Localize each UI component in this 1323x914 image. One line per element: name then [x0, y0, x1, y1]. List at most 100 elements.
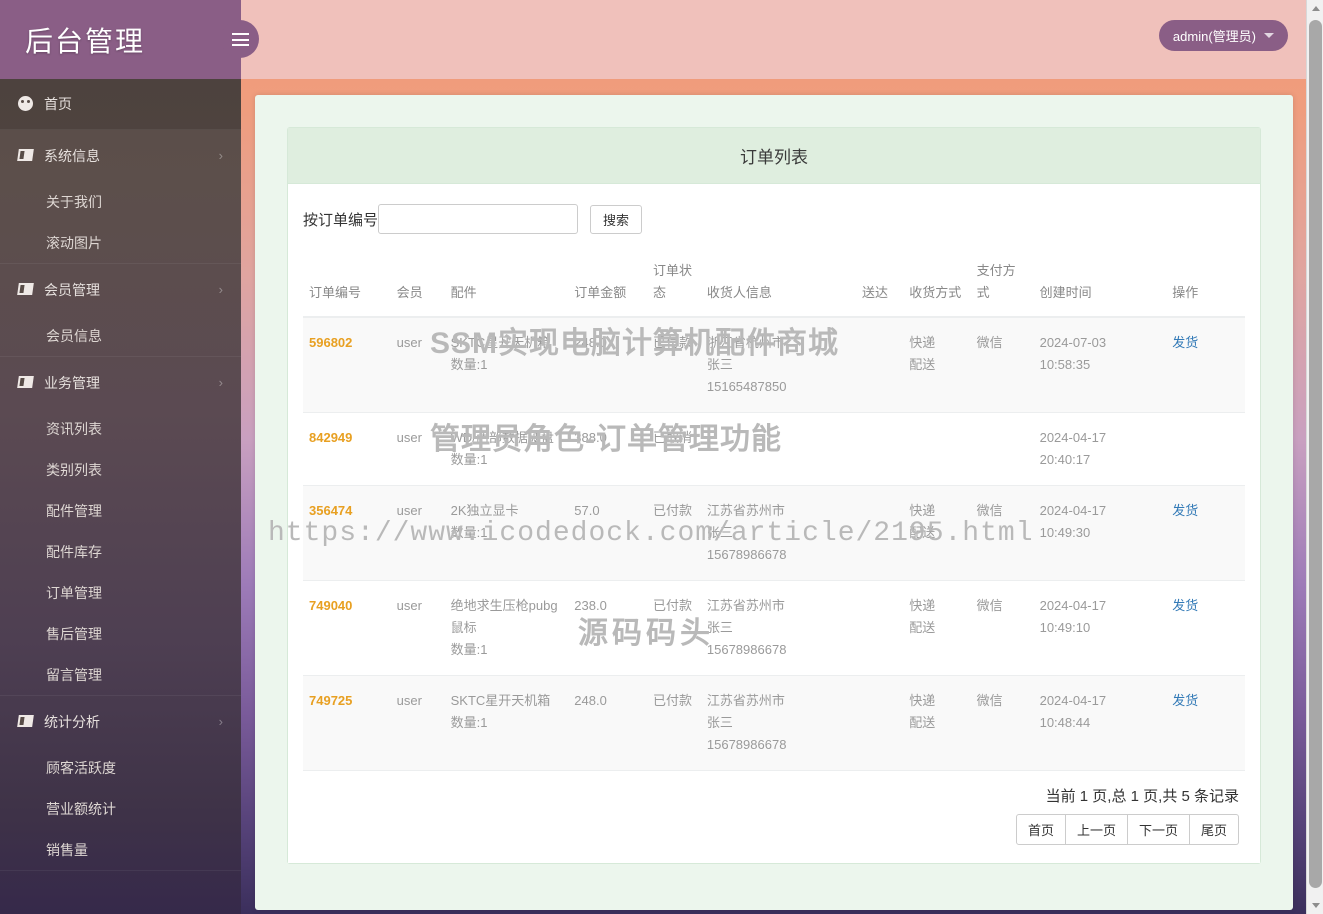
table-row: 842949 user WD/西部数据硬盘 数量:1 388.0 已取消 2024-04-1… [303, 412, 1245, 486]
order-no-link[interactable]: 356474 [309, 503, 352, 518]
table-row: 596802 user SKTC星开天机箱 数量:1 248.0 已付款 浙江省杭州市 张三 1… [303, 316, 1245, 413]
cell-receiver: 江苏省苏州市 张三 15678986678 [700, 675, 857, 770]
scrollbar-down-arrow-icon[interactable] [1307, 897, 1323, 914]
cell-pay-method [970, 412, 1034, 486]
cell-arrive [856, 580, 904, 676]
cell-amount: 388.0 [568, 412, 647, 486]
search-label: 按订单编号 [303, 211, 379, 229]
sidebar-item-message-manage[interactable]: 留言管理 [0, 654, 241, 695]
cell-status: 已付款 [646, 485, 701, 581]
cell-created-time: 2024-04-17 10:49:30 [1033, 485, 1167, 581]
sidebar-group-label-system: 系统信息 [44, 147, 100, 164]
cell-part: SKTC星开天机箱 数量:1 [444, 675, 569, 770]
sidebar-group-business[interactable]: 业务管理 › [0, 357, 241, 408]
scrollbar-thumb[interactable] [1309, 20, 1322, 888]
sidebar-item-parts-manage[interactable]: 配件管理 [0, 490, 241, 531]
th-part: 配件 [444, 252, 569, 318]
sidebar-submenu-members: 会员信息 [0, 315, 241, 356]
sidebar-group-label-members: 会员管理 [44, 281, 100, 298]
cell-ship-method: 快递 配送 [903, 675, 971, 770]
user-menu-button[interactable]: admin(管理员) [1158, 20, 1288, 51]
cell-member: user [390, 675, 445, 770]
sidebar-group-statistics[interactable]: 统计分析 › [0, 696, 241, 747]
ship-action-link[interactable]: 发货 [1172, 598, 1198, 613]
sidebar-menu: 首页 系统信息 › 关于我们 滚动图片 会员管理 › 会员信息 业务管理 › 资… [0, 79, 241, 871]
orders-table-head: 订单编号 会员 配件 订单金额 订单状态 收货人信息 送达 收货方式 支付方式 … [303, 252, 1245, 318]
order-no-link[interactable]: 842949 [309, 430, 352, 445]
cell-ship-method [903, 412, 971, 486]
th-ship-method: 收货方式 [903, 252, 971, 318]
ship-action-link[interactable]: 发货 [1172, 335, 1198, 350]
cell-order-no: 596802 [303, 316, 391, 413]
book-icon [17, 282, 44, 297]
sidebar-item-parts-stock[interactable]: 配件库存 [0, 531, 241, 572]
sidebar-item-aftersales-manage[interactable]: 售后管理 [0, 613, 241, 654]
pager-last-button[interactable]: 尾页 [1189, 814, 1239, 845]
pager-next-button[interactable]: 下一页 [1127, 814, 1190, 845]
cell-created-time: 2024-07-03 10:58:35 [1033, 316, 1167, 413]
sidebar-item-member-info[interactable]: 会员信息 [0, 315, 241, 356]
cell-created-time: 2024-04-17 20:40:17 [1033, 412, 1167, 486]
th-status: 订单状态 [646, 252, 701, 318]
pager: 当前 1 页,总 1 页,共 5 条记录 首页 上一页 下一页 尾页 [303, 770, 1245, 863]
sidebar-group-system[interactable]: 系统信息 › [0, 130, 241, 181]
ship-action-link[interactable]: 发货 [1172, 693, 1198, 708]
cell-part: WD/西部数据硬盘 数量:1 [444, 412, 569, 486]
chevron-right-icon: › [218, 148, 223, 163]
chevron-right-icon: › [218, 282, 223, 297]
cell-member: user [390, 485, 445, 581]
th-created-time: 创建时间 [1033, 252, 1167, 318]
pager-first-button[interactable]: 首页 [1015, 814, 1066, 845]
search-row: 按订单编号 搜索 [303, 204, 1245, 234]
sidebar-item-category-list[interactable]: 类别列表 [0, 449, 241, 490]
cell-operation [1166, 412, 1245, 486]
th-operation: 操作 [1166, 252, 1245, 318]
scrollbar-up-arrow-icon[interactable] [1307, 0, 1323, 17]
cell-amount: 238.0 [568, 580, 647, 676]
sidebar-item-news-list[interactable]: 资讯列表 [0, 408, 241, 449]
cell-arrive [856, 412, 904, 486]
sidebar-item-carousel[interactable]: 滚动图片 [0, 222, 241, 263]
page-scrollbar[interactable] [1306, 0, 1323, 914]
th-pay-method: 支付方式 [970, 252, 1034, 318]
pager-info: 当前 1 页,总 1 页,共 5 条记录 [1045, 788, 1239, 805]
order-no-link[interactable]: 749725 [309, 693, 352, 708]
cell-member: user [390, 316, 445, 413]
cell-amount: 248.0 [568, 316, 647, 413]
sidebar-item-home[interactable]: 首页 [0, 79, 241, 130]
ship-action-link[interactable]: 发货 [1172, 503, 1198, 518]
order-no-link[interactable]: 596802 [309, 335, 352, 350]
sidebar-group-label-statistics: 统计分析 [44, 713, 100, 730]
app-root: 后台管理 首页 系统信息 › 关于我们 滚动图片 会员管理 › 会员信息 业务管… [0, 0, 1323, 914]
sidebar-item-sales-volume[interactable]: 销售量 [0, 829, 241, 870]
sidebar-toggle-button[interactable] [221, 20, 259, 58]
cell-arrive [856, 675, 904, 770]
orders-panel-body: 按订单编号 搜索 订单编号 会员 配件 订单金额 订单状态 收货人信息 送达 收… [288, 184, 1260, 863]
sidebar-group-members[interactable]: 会员管理 › [0, 264, 241, 315]
cell-part: 绝地求生压枪pubg鼠标 数量:1 [444, 580, 569, 676]
sidebar-item-about-us[interactable]: 关于我们 [0, 181, 241, 222]
sidebar-item-customer-activity[interactable]: 顾客活跃度 [0, 747, 241, 788]
chevron-down-icon [1264, 33, 1274, 38]
cell-amount: 248.0 [568, 675, 647, 770]
sidebar: 后台管理 首页 系统信息 › 关于我们 滚动图片 会员管理 › 会员信息 业务管… [0, 0, 241, 914]
sidebar-submenu-business: 资讯列表 类别列表 配件管理 配件库存 订单管理 售后管理 留言管理 [0, 408, 241, 695]
cell-order-no: 842949 [303, 412, 391, 486]
sidebar-item-order-manage[interactable]: 订单管理 [0, 572, 241, 613]
cell-arrive [856, 485, 904, 581]
cell-created-time: 2024-04-17 10:48:44 [1033, 675, 1167, 770]
table-row: 749725 user SKTC星开天机箱 数量:1 248.0 已付款 江苏省苏州市 张三 1… [303, 675, 1245, 770]
cell-status: 已付款 [646, 675, 701, 770]
th-arrive: 送达 [856, 252, 904, 318]
cell-status: 已付款 [646, 316, 701, 413]
cell-status: 已付款 [646, 580, 701, 676]
order-no-link[interactable]: 749040 [309, 598, 352, 613]
search-input[interactable] [378, 204, 579, 234]
search-button[interactable]: 搜索 [590, 204, 643, 234]
sidebar-submenu-system: 关于我们 滚动图片 [0, 181, 241, 263]
sidebar-item-revenue-stats[interactable]: 营业额统计 [0, 788, 241, 829]
cell-order-no: 356474 [303, 485, 391, 581]
book-icon [17, 148, 44, 163]
pager-prev-button[interactable]: 上一页 [1065, 814, 1128, 845]
cell-part: SKTC星开天机箱 数量:1 [444, 316, 569, 413]
